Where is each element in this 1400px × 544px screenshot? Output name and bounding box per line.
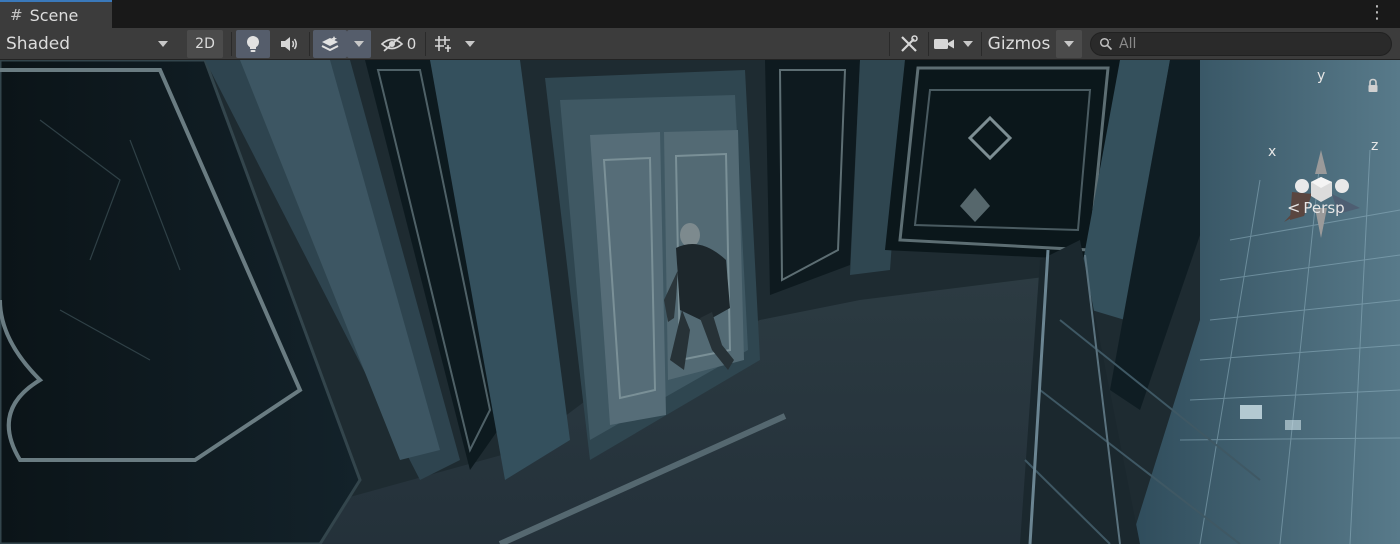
more-options-icon[interactable]: ⋮ xyxy=(1368,3,1386,23)
projection-toggle[interactable]: < Persp xyxy=(1287,198,1345,217)
search-field[interactable] xyxy=(1090,32,1392,56)
draw-mode-label: Shaded xyxy=(6,34,71,54)
camera-settings-button[interactable] xyxy=(931,30,957,58)
projection-label: Persp xyxy=(1303,198,1345,217)
camera-dropdown[interactable] xyxy=(957,30,979,58)
draw-mode-dropdown[interactable]: Shaded xyxy=(0,30,180,58)
divider xyxy=(231,32,232,56)
divider xyxy=(889,32,890,56)
audio-toggle-button[interactable] xyxy=(272,30,306,58)
divider xyxy=(309,32,310,56)
gizmo-y-label[interactable]: y xyxy=(1317,68,1325,84)
effects-layers-icon xyxy=(321,36,339,52)
gizmos-label: Gizmos xyxy=(987,34,1051,54)
grid-icon xyxy=(435,36,451,52)
scene-toolbar: Shaded 2D 0 Gizmos All xyxy=(0,28,1400,60)
lighting-toggle-button[interactable] xyxy=(236,30,270,58)
chevron-down-icon xyxy=(158,41,168,47)
effects-dropdown[interactable] xyxy=(347,30,371,58)
chevron-down-icon xyxy=(465,41,475,47)
divider xyxy=(981,32,982,56)
orientation-gizmo[interactable] xyxy=(1262,122,1380,246)
tab-scene[interactable]: # Scene xyxy=(0,0,112,28)
eye-slash-icon xyxy=(380,36,403,52)
search-icon xyxy=(1099,37,1113,51)
gizmo-x-label[interactable]: x xyxy=(1268,144,1276,160)
gizmos-toggle-button[interactable]: Gizmos xyxy=(984,30,1054,58)
divider xyxy=(425,32,426,56)
effects-toggle-button[interactable] xyxy=(313,30,347,58)
chevron-left-icon: < xyxy=(1287,198,1301,217)
tab-label: Scene xyxy=(29,5,79,25)
scene-render xyxy=(0,60,1400,544)
chevron-down-icon xyxy=(963,41,973,47)
scene-visibility-toggle[interactable]: 0 xyxy=(374,30,422,58)
grid-dropdown[interactable] xyxy=(458,30,482,58)
hidden-count: 0 xyxy=(406,35,417,53)
speaker-icon xyxy=(281,37,297,51)
chevron-down-icon xyxy=(1064,41,1074,47)
lightbulb-icon xyxy=(247,36,259,52)
scene-tools-button[interactable] xyxy=(893,30,925,58)
scene-viewport[interactable]: y x z < Persp xyxy=(0,60,1400,544)
camera-icon xyxy=(934,39,954,49)
gizmo-z-label[interactable]: z xyxy=(1371,138,1378,154)
lock-icon[interactable] xyxy=(1367,78,1379,93)
2d-toggle-button[interactable]: 2D xyxy=(187,30,223,58)
chevron-down-icon xyxy=(354,41,364,47)
gizmos-dropdown[interactable] xyxy=(1056,30,1082,58)
divider xyxy=(928,32,929,56)
tab-bar: # Scene ⋮ xyxy=(0,0,1400,28)
tools-icon xyxy=(901,35,918,52)
search-input[interactable] xyxy=(1119,36,1369,52)
hash-icon: # xyxy=(10,6,23,24)
grid-toggle-button[interactable] xyxy=(428,30,458,58)
